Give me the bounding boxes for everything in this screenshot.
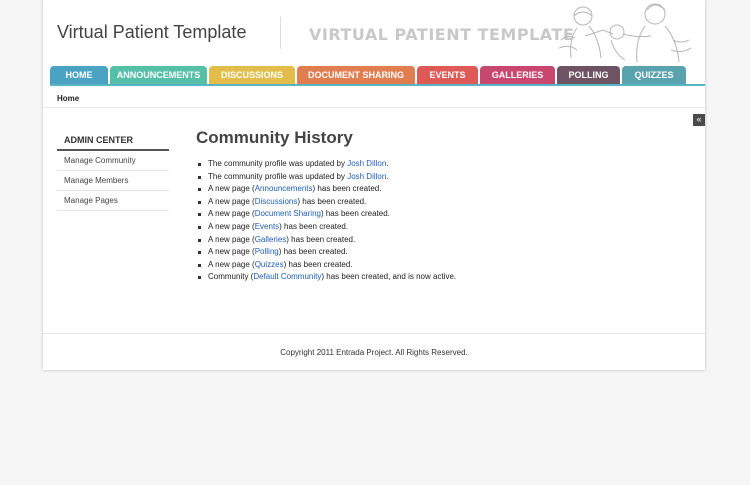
history-link[interactable]: Polling xyxy=(255,247,279,256)
tabs-underline xyxy=(50,84,705,86)
history-text: . xyxy=(386,159,389,168)
breadcrumb[interactable]: Home xyxy=(57,94,79,103)
history-link[interactable]: Announcements xyxy=(255,184,313,193)
bullet xyxy=(198,175,201,179)
header: Virtual Patient Template Virtual Patient… xyxy=(43,0,705,66)
history-link[interactable]: Events xyxy=(255,222,279,231)
bullet xyxy=(198,188,201,192)
physicians-engraving-icon xyxy=(558,3,692,63)
tab-home[interactable]: HOME xyxy=(50,66,108,84)
page: Virtual Patient Template Virtual Patient… xyxy=(43,0,705,370)
bullet xyxy=(198,200,201,204)
bullet xyxy=(198,276,201,280)
collapse-sidebar-icon[interactable]: « xyxy=(693,114,705,126)
tab-label: ANNOUNCEMENTS xyxy=(116,70,201,80)
history-item: Community (Default Community) has been c… xyxy=(196,271,686,284)
history-text: ) has been created. xyxy=(320,209,390,219)
tab-galleries[interactable]: GALLERIES xyxy=(480,66,555,84)
history-item: The community profile was updated by Jos… xyxy=(196,171,686,184)
history-text: ) has been created. xyxy=(286,234,356,244)
tab-label: DISCUSSIONS xyxy=(220,70,283,80)
history-link[interactable]: Quizzes xyxy=(255,260,284,269)
history-text: ) has been created, and is now active. xyxy=(321,272,457,282)
main-content: Community History The community profile … xyxy=(196,128,686,284)
tab-label: GALLERIES xyxy=(491,70,544,80)
history-text: ) has been created. xyxy=(279,221,349,231)
bullet xyxy=(198,263,201,267)
tab-polling[interactable]: POLLING xyxy=(557,66,620,84)
history-text: A new page ( xyxy=(208,234,255,244)
tab-label: POLLING xyxy=(568,70,609,80)
history-text: The community profile was updated by xyxy=(208,159,348,168)
footer-divider xyxy=(43,333,705,334)
history-text: A new page ( xyxy=(208,184,255,194)
history-item: A new page (Quizzes) has been created. xyxy=(196,259,686,272)
history-link[interactable]: Josh Dillon xyxy=(347,159,386,168)
tab-label: DOCUMENT SHARING xyxy=(308,70,404,80)
tab-announcements[interactable]: ANNOUNCEMENTS xyxy=(110,66,207,84)
tab-label: EVENTS xyxy=(429,70,466,80)
bullet xyxy=(198,225,201,229)
history-text: A new page ( xyxy=(208,221,255,231)
history-link[interactable]: Galleries xyxy=(255,235,287,244)
tab-events[interactable]: EVENTS xyxy=(417,66,478,84)
history-link[interactable]: Document Sharing xyxy=(255,209,321,218)
bullet xyxy=(198,163,201,166)
history-item: A new page (Announcements) has been crea… xyxy=(196,183,686,196)
history-text: The community profile was updated by xyxy=(208,171,348,181)
history-text: ) has been created. xyxy=(312,184,382,194)
bullet xyxy=(198,238,201,242)
admin-sidebar: ADMIN CENTER Manage Community Manage Mem… xyxy=(57,135,169,211)
history-text: ) has been created. xyxy=(297,196,367,206)
manage-pages-link[interactable]: Manage Pages xyxy=(57,191,169,211)
admin-center-title: ADMIN CENTER xyxy=(57,135,169,151)
history-text: A new page ( xyxy=(208,247,255,257)
history-item: A new page (Galleries) has been created. xyxy=(196,234,686,247)
logo-text: Virtual Patient Template xyxy=(309,25,575,44)
history-item: A new page (Discussions) has been create… xyxy=(196,196,686,209)
history-link[interactable]: Josh Dillon xyxy=(347,172,386,181)
history-text: Community ( xyxy=(208,272,254,282)
community-history-list: The community profile was updated by Jos… xyxy=(196,158,686,284)
history-text: A new page ( xyxy=(208,259,255,269)
bullet xyxy=(198,251,201,255)
history-link[interactable]: Discussions xyxy=(255,197,298,206)
tab-discussions[interactable]: DISCUSSIONS xyxy=(209,66,295,84)
tab-document-sharing[interactable]: DOCUMENT SHARING xyxy=(297,66,415,84)
footer-copyright: Copyright 2011 Entrada Project. All Righ… xyxy=(280,348,468,357)
main-nav-tabs: HOME ANNOUNCEMENTS DISCUSSIONS DOCUMENT … xyxy=(50,66,700,84)
manage-members-link[interactable]: Manage Members xyxy=(57,171,169,191)
tab-label: QUIZZES xyxy=(634,70,674,80)
bullet xyxy=(198,213,201,217)
history-item: A new page (Events) has been created. xyxy=(196,221,686,234)
history-item: A new page (Document Sharing) has been c… xyxy=(196,208,686,221)
manage-community-link[interactable]: Manage Community xyxy=(57,151,169,171)
history-link[interactable]: Default Community xyxy=(253,272,321,281)
page-title: Community History xyxy=(196,128,353,147)
history-item: A new page (Polling) has been created. xyxy=(196,246,686,259)
history-text: A new page ( xyxy=(208,209,255,219)
history-text: A new page ( xyxy=(208,196,255,206)
history-text: ) has been created. xyxy=(278,247,348,257)
site-title[interactable]: Virtual Patient Template xyxy=(57,22,246,43)
header-divider xyxy=(280,17,281,49)
breadcrumb-divider xyxy=(43,107,705,108)
tab-label: HOME xyxy=(65,70,93,80)
history-text: . xyxy=(386,171,389,181)
tab-quizzes[interactable]: QUIZZES xyxy=(622,66,686,84)
history-item: The community profile was updated by Jos… xyxy=(196,158,686,171)
history-text: ) has been created. xyxy=(283,259,353,269)
